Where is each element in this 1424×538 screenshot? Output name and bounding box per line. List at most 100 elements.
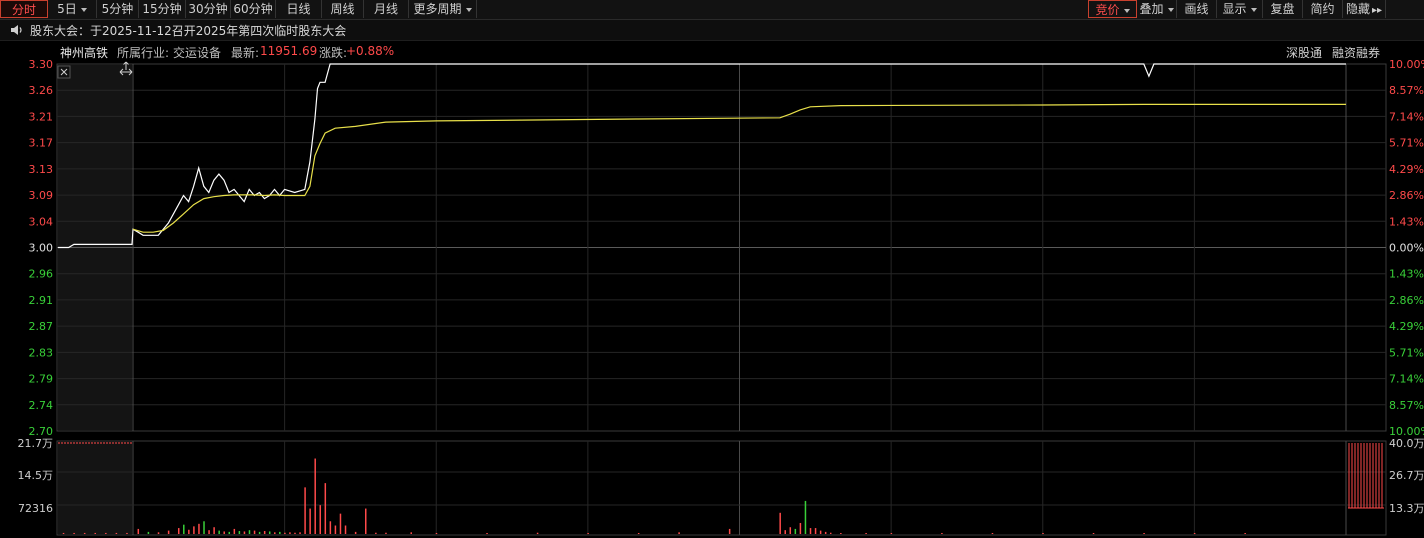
volume-bar	[375, 532, 377, 534]
volume-bar	[1244, 533, 1246, 534]
price-tick-label: 3.21	[29, 110, 54, 123]
volume-bar	[62, 532, 65, 534]
price-tick-label: 2.91	[29, 294, 54, 307]
volume-bar	[865, 533, 867, 534]
volume-bar	[299, 532, 301, 534]
volume-pct-tick-label: 40.0万	[1389, 437, 1424, 450]
percent-tick-label: 10.00%	[1389, 58, 1424, 71]
percent-tick-label: 4.29%	[1389, 163, 1424, 176]
price-tick-label: 3.09	[29, 189, 54, 202]
percent-tick-label: 7.14%	[1389, 110, 1424, 123]
price-tick-label: 3.13	[29, 163, 54, 176]
volume-tick-label: 14.5万	[18, 469, 54, 482]
volume-bar	[890, 533, 893, 534]
percent-tick-label: 5.71%	[1389, 137, 1424, 150]
volume-bar	[223, 531, 225, 534]
price-tick-label: 3.17	[29, 137, 54, 150]
volume-panel-frame	[56, 440, 1387, 536]
volume-bar	[137, 528, 140, 534]
volume-bar	[814, 528, 817, 534]
volume-bar	[840, 533, 842, 534]
volume-bar	[198, 523, 200, 534]
volume-bar	[637, 533, 640, 534]
percent-tick-label: 2.86%	[1389, 294, 1424, 307]
volume-bar	[824, 531, 827, 534]
percent-tick-label: 7.14%	[1389, 373, 1424, 386]
volume-bar	[183, 524, 185, 534]
volume-bar	[1042, 533, 1044, 534]
volume-bar	[678, 532, 680, 534]
price-tick-label: 2.83	[29, 346, 54, 359]
volume-bar	[126, 532, 128, 534]
volume-bar	[218, 530, 220, 534]
volume-bar	[213, 527, 215, 534]
volume-bar	[248, 530, 251, 534]
volume-bar	[115, 532, 118, 534]
volume-bar	[941, 533, 943, 534]
volume-bar	[334, 525, 337, 534]
price-tick-label: 3.04	[29, 215, 54, 228]
price-line	[58, 63, 1346, 249]
percent-tick-label: 5.71%	[1389, 346, 1424, 359]
volume-bar	[157, 532, 160, 534]
volume-bar	[1092, 533, 1095, 534]
volume-bar	[309, 508, 311, 534]
percent-tick-label: 1.43%	[1389, 268, 1424, 281]
price-tick-label: 2.79	[29, 373, 54, 386]
intraday-chart[interactable]: 3.30 3.26 3.21 3.17 3.13 3.09 3.04 3.00 2.96 2.91…	[0, 0, 1424, 538]
percent-tick-label: 1.43%	[1389, 215, 1424, 228]
volume-bar	[268, 531, 271, 534]
volume-bar	[263, 531, 266, 534]
volume-tick-label: 72316	[18, 502, 53, 515]
price-tick-label: 2.74	[29, 399, 54, 412]
volume-bar	[83, 532, 86, 534]
price-tick-label: 2.96	[29, 268, 54, 281]
volume-bar	[728, 528, 731, 534]
volume-bar	[208, 530, 210, 534]
volume-bar	[253, 530, 256, 534]
volume-bar	[410, 532, 412, 534]
percent-tick-label: 8.57%	[1389, 84, 1424, 97]
price-tick-label: 3.00	[29, 242, 54, 255]
volume-bar	[354, 531, 357, 534]
auction-zone-volume	[58, 442, 132, 534]
percent-tick-label: 4.29%	[1389, 320, 1424, 333]
volume-bar	[385, 532, 387, 534]
volume-bar	[289, 532, 291, 534]
volume-bar	[991, 533, 994, 534]
volume-bar	[284, 532, 286, 534]
price-tick-label: 3.26	[29, 84, 54, 97]
volume-bar	[147, 531, 150, 534]
volume-bar	[324, 483, 327, 534]
price-tick-label: 3.30	[29, 58, 54, 71]
volume-bar	[243, 531, 246, 534]
volume-bar	[799, 522, 802, 534]
volume-bar	[364, 508, 367, 534]
volume-bar	[804, 500, 807, 534]
volume-bar	[188, 529, 190, 534]
volume-bar	[789, 527, 792, 534]
volume-bar	[304, 487, 306, 534]
volume-bar	[829, 532, 832, 534]
volume-bar	[784, 530, 786, 534]
volume-bar	[167, 530, 170, 534]
volume-bar	[819, 530, 822, 534]
volume-bar	[1193, 533, 1196, 534]
price-tick-label: 2.87	[29, 320, 54, 333]
volume-bar	[193, 526, 195, 534]
percent-tick-label: 8.57%	[1389, 399, 1424, 412]
volume-pct-tick-label: 26.7万	[1389, 469, 1424, 482]
percent-tick-label: 0.00%	[1389, 242, 1424, 255]
volume-bar	[203, 521, 205, 534]
volume-bar	[587, 533, 589, 534]
volume-bar	[279, 531, 281, 534]
volume-bar	[105, 532, 107, 534]
volume-pct-tick-label: 13.3万	[1389, 502, 1424, 515]
volume-bar	[294, 532, 296, 534]
volume-bar	[794, 528, 797, 534]
volume-bar	[319, 505, 322, 534]
volume-bar	[809, 528, 812, 534]
volume-tick-label: 21.7万	[18, 437, 54, 450]
volume-bar	[233, 528, 236, 534]
percent-tick-label: 2.86%	[1389, 189, 1424, 202]
